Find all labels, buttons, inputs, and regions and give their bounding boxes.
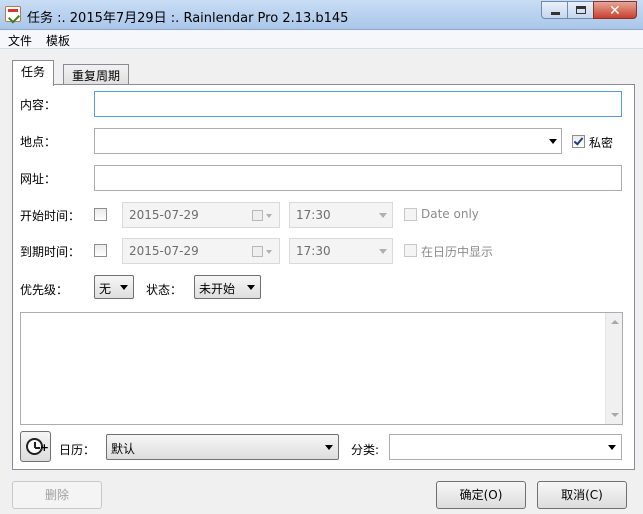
chevron-down-icon[interactable] bbox=[549, 139, 557, 144]
menu-bar: 文件 模板 bbox=[0, 30, 643, 49]
ok-button[interactable]: 确定(O) bbox=[436, 481, 526, 509]
maximize-icon bbox=[576, 6, 586, 14]
calendar-select[interactable]: 默认 bbox=[106, 434, 339, 460]
menu-file[interactable]: 文件 bbox=[8, 32, 32, 49]
title-bar: 任务 :. 2015年7月29日 :. Rainlendar Pro 2.13.… bbox=[0, 0, 643, 30]
scroll-up-icon[interactable] bbox=[611, 320, 619, 324]
app-icon bbox=[5, 6, 21, 22]
minimize-icon bbox=[551, 12, 560, 15]
window-controls: ✕ bbox=[541, 1, 637, 19]
notes-textarea[interactable] bbox=[20, 312, 623, 425]
close-icon: ✕ bbox=[609, 3, 621, 19]
due-date-picker[interactable]: 2015-07-29 bbox=[122, 238, 280, 264]
due-time-checkbox[interactable] bbox=[94, 244, 107, 257]
status-label: 状态： bbox=[146, 283, 183, 297]
delete-button[interactable]: 删除 bbox=[12, 481, 102, 509]
url-input[interactable] bbox=[94, 165, 622, 191]
checkmark-icon bbox=[573, 135, 584, 146]
chevron-down-icon[interactable] bbox=[266, 250, 272, 254]
category-label: 分类: bbox=[351, 443, 380, 457]
url-label: 网址： bbox=[20, 172, 57, 186]
priority-select[interactable]: 无 bbox=[94, 275, 134, 299]
chevron-down-icon[interactable] bbox=[266, 214, 272, 218]
start-time-combo[interactable]: 17:30 bbox=[289, 202, 393, 228]
menu-template[interactable]: 模板 bbox=[46, 32, 70, 49]
content-input[interactable] bbox=[94, 91, 622, 117]
chevron-down-icon[interactable] bbox=[379, 249, 387, 254]
location-combo[interactable] bbox=[94, 128, 562, 154]
chevron-down-icon[interactable] bbox=[379, 213, 387, 218]
chevron-down-icon[interactable] bbox=[325, 445, 333, 450]
chevron-down-icon[interactable] bbox=[247, 285, 255, 290]
status-select[interactable]: 未开始 bbox=[194, 275, 261, 299]
calendar-icon[interactable] bbox=[252, 210, 263, 221]
cancel-button[interactable]: 取消(C) bbox=[537, 481, 627, 509]
notes-scrollbar[interactable] bbox=[605, 313, 622, 424]
due-time-combo[interactable]: 17:30 bbox=[289, 238, 393, 264]
category-combo[interactable] bbox=[389, 434, 622, 460]
calendar-icon[interactable] bbox=[252, 246, 263, 257]
scroll-down-icon[interactable] bbox=[611, 413, 619, 417]
start-time-label: 开始时间： bbox=[20, 209, 81, 223]
chevron-down-icon[interactable] bbox=[608, 445, 616, 450]
chevron-down-icon[interactable] bbox=[120, 285, 128, 290]
close-button[interactable]: ✕ bbox=[593, 1, 637, 19]
show-in-calendar-checkbox[interactable] bbox=[404, 244, 417, 257]
show-in-calendar-label: 在日历中显示 bbox=[421, 245, 494, 259]
priority-label: 优先级： bbox=[20, 283, 69, 297]
tab-task[interactable]: 任务 bbox=[12, 60, 55, 86]
private-label: 私密 bbox=[589, 136, 614, 150]
content-label: 内容： bbox=[20, 98, 57, 112]
alarm-button[interactable]: + bbox=[20, 431, 51, 462]
date-only-label: Date only bbox=[421, 207, 479, 221]
due-time-label: 到期时间： bbox=[20, 245, 81, 259]
date-only-checkbox[interactable] bbox=[404, 208, 417, 221]
window-title: 任务 :. 2015年7月29日 :. Rainlendar Pro 2.13.… bbox=[27, 11, 349, 26]
start-time-checkbox[interactable] bbox=[94, 208, 107, 221]
calendar-label: 日历： bbox=[59, 443, 96, 457]
start-date-picker[interactable]: 2015-07-29 bbox=[122, 202, 280, 228]
location-label: 地点： bbox=[20, 135, 57, 149]
maximize-button[interactable] bbox=[567, 1, 594, 19]
minimize-button[interactable] bbox=[541, 1, 568, 19]
private-checkbox[interactable] bbox=[572, 135, 585, 148]
